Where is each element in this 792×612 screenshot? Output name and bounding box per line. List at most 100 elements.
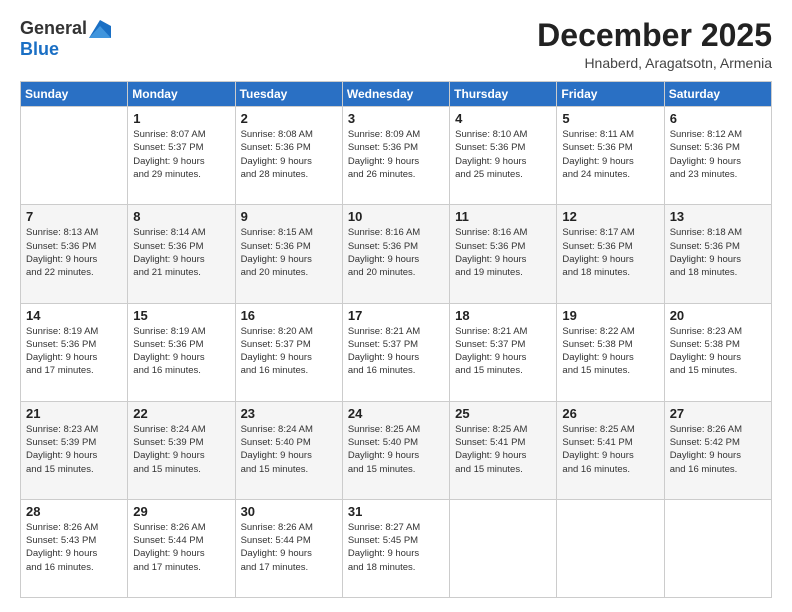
col-thursday: Thursday [450,82,557,107]
table-row: 1 Sunrise: 8:07 AM Sunset: 5:37 PM Daylig… [128,107,235,205]
calendar-week-row: 21Sunrise: 8:23 AM Sunset: 5:39 PM Dayli… [21,401,772,499]
day-info: Sunrise: 8:21 AM Sunset: 5:37 PM Dayligh… [348,325,444,378]
table-row: 5 Sunrise: 8:11 AM Sunset: 5:36 PM Daylig… [557,107,664,205]
day-info: Sunrise: 8:20 AM Sunset: 5:37 PM Dayligh… [241,325,337,378]
day-number: 21 [26,406,122,421]
table-row: 10 Sunrise: 8:16 AM Sunset: 5:36 PM Dayli… [342,205,449,303]
table-row: 18Sunrise: 8:21 AM Sunset: 5:37 PM Dayli… [450,303,557,401]
table-row: 29Sunrise: 8:26 AM Sunset: 5:44 PM Dayli… [128,499,235,597]
table-row: 7 Sunrise: 8:13 AM Sunset: 5:36 PM Daylig… [21,205,128,303]
day-number: 2 [241,111,337,126]
logo-blue: Blue [20,39,59,59]
day-info: Sunrise: 8:25 AM Sunset: 5:41 PM Dayligh… [455,423,551,476]
table-row: 28Sunrise: 8:26 AM Sunset: 5:43 PM Dayli… [21,499,128,597]
day-number: 25 [455,406,551,421]
table-row: 3 Sunrise: 8:09 AM Sunset: 5:36 PM Daylig… [342,107,449,205]
title-block: December 2025 Hnaberd, Aragatsotn, Armen… [537,18,772,71]
day-info: Sunrise: 8:16 AM Sunset: 5:36 PM Dayligh… [348,226,444,279]
table-row: 6 Sunrise: 8:12 AM Sunset: 5:36 PM Daylig… [664,107,771,205]
day-info: Sunrise: 8:22 AM Sunset: 5:38 PM Dayligh… [562,325,658,378]
day-info: Sunrise: 8:08 AM Sunset: 5:36 PM Dayligh… [241,128,337,181]
table-row: 17 Sunrise: 8:21 AM Sunset: 5:37 PM Dayli… [342,303,449,401]
day-info: Sunrise: 8:19 AM Sunset: 5:36 PM Dayligh… [26,325,122,378]
day-number: 10 [348,209,444,224]
table-row [557,499,664,597]
day-info: Sunrise: 8:23 AM Sunset: 5:38 PM Dayligh… [670,325,766,378]
day-number: 30 [241,504,337,519]
logo: General Blue [20,18,111,60]
table-row: 20 Sunrise: 8:23 AM Sunset: 5:38 PM Dayli… [664,303,771,401]
day-number: 31 [348,504,444,519]
day-number: 19 [562,308,658,323]
day-number: 16 [241,308,337,323]
day-info: Sunrise: 8:12 AM Sunset: 5:36 PM Dayligh… [670,128,766,181]
page: General Blue December 2025 Hnaberd, Arag… [0,0,792,612]
location: Hnaberd, Aragatsotn, Armenia [537,55,772,71]
table-row: 27 Sunrise: 8:26 AM Sunset: 5:42 PM Dayli… [664,401,771,499]
day-number: 5 [562,111,658,126]
header: General Blue December 2025 Hnaberd, Arag… [20,18,772,71]
day-info: Sunrise: 8:26 AM Sunset: 5:42 PM Dayligh… [670,423,766,476]
day-number: 23 [241,406,337,421]
table-row: 30Sunrise: 8:26 AM Sunset: 5:44 PM Dayli… [235,499,342,597]
month-title: December 2025 [537,18,772,53]
col-saturday: Saturday [664,82,771,107]
day-info: Sunrise: 8:10 AM Sunset: 5:36 PM Dayligh… [455,128,551,181]
day-number: 13 [670,209,766,224]
day-info: Sunrise: 8:21 AM Sunset: 5:37 PM Dayligh… [455,325,551,378]
table-row: 2 Sunrise: 8:08 AM Sunset: 5:36 PM Daylig… [235,107,342,205]
day-info: Sunrise: 8:24 AM Sunset: 5:40 PM Dayligh… [241,423,337,476]
table-row: 4 Sunrise: 8:10 AM Sunset: 5:36 PM Daylig… [450,107,557,205]
table-row: 19 Sunrise: 8:22 AM Sunset: 5:38 PM Dayli… [557,303,664,401]
logo-icon [89,20,111,38]
day-number: 9 [241,209,337,224]
table-row: 9 Sunrise: 8:15 AM Sunset: 5:36 PM Daylig… [235,205,342,303]
day-info: Sunrise: 8:25 AM Sunset: 5:41 PM Dayligh… [562,423,658,476]
table-row: 26 Sunrise: 8:25 AM Sunset: 5:41 PM Dayli… [557,401,664,499]
table-row [664,499,771,597]
table-row: 24 Sunrise: 8:25 AM Sunset: 5:40 PM Dayli… [342,401,449,499]
day-info: Sunrise: 8:13 AM Sunset: 5:36 PM Dayligh… [26,226,122,279]
table-row: 13 Sunrise: 8:18 AM Sunset: 5:36 PM Dayli… [664,205,771,303]
col-friday: Friday [557,82,664,107]
table-row: 16 Sunrise: 8:20 AM Sunset: 5:37 PM Dayli… [235,303,342,401]
day-number: 14 [26,308,122,323]
day-info: Sunrise: 8:07 AM Sunset: 5:37 PM Dayligh… [133,128,229,181]
day-info: Sunrise: 8:25 AM Sunset: 5:40 PM Dayligh… [348,423,444,476]
day-number: 27 [670,406,766,421]
day-number: 8 [133,209,229,224]
table-row: 23 Sunrise: 8:24 AM Sunset: 5:40 PM Dayli… [235,401,342,499]
day-info: Sunrise: 8:27 AM Sunset: 5:45 PM Dayligh… [348,521,444,574]
day-number: 24 [348,406,444,421]
day-number: 1 [133,111,229,126]
day-number: 28 [26,504,122,519]
day-info: Sunrise: 8:09 AM Sunset: 5:36 PM Dayligh… [348,128,444,181]
day-number: 7 [26,209,122,224]
calendar-week-row: 28Sunrise: 8:26 AM Sunset: 5:43 PM Dayli… [21,499,772,597]
table-row [450,499,557,597]
day-number: 4 [455,111,551,126]
col-tuesday: Tuesday [235,82,342,107]
table-row: 12Sunrise: 8:17 AM Sunset: 5:36 PM Dayli… [557,205,664,303]
col-wednesday: Wednesday [342,82,449,107]
day-number: 6 [670,111,766,126]
day-number: 17 [348,308,444,323]
day-number: 12 [562,209,658,224]
day-info: Sunrise: 8:19 AM Sunset: 5:36 PM Dayligh… [133,325,229,378]
day-number: 15 [133,308,229,323]
day-info: Sunrise: 8:18 AM Sunset: 5:36 PM Dayligh… [670,226,766,279]
table-row: 14 Sunrise: 8:19 AM Sunset: 5:36 PM Dayli… [21,303,128,401]
table-row [21,107,128,205]
day-number: 22 [133,406,229,421]
table-row: 22Sunrise: 8:24 AM Sunset: 5:39 PM Dayli… [128,401,235,499]
day-number: 3 [348,111,444,126]
calendar: Sunday Monday Tuesday Wednesday Thursday… [20,81,772,598]
table-row: 11Sunrise: 8:16 AM Sunset: 5:36 PM Dayli… [450,205,557,303]
day-info: Sunrise: 8:15 AM Sunset: 5:36 PM Dayligh… [241,226,337,279]
day-number: 20 [670,308,766,323]
calendar-week-row: 14 Sunrise: 8:19 AM Sunset: 5:36 PM Dayli… [21,303,772,401]
calendar-header-row: Sunday Monday Tuesday Wednesday Thursday… [21,82,772,107]
day-info: Sunrise: 8:11 AM Sunset: 5:36 PM Dayligh… [562,128,658,181]
day-number: 26 [562,406,658,421]
col-monday: Monday [128,82,235,107]
